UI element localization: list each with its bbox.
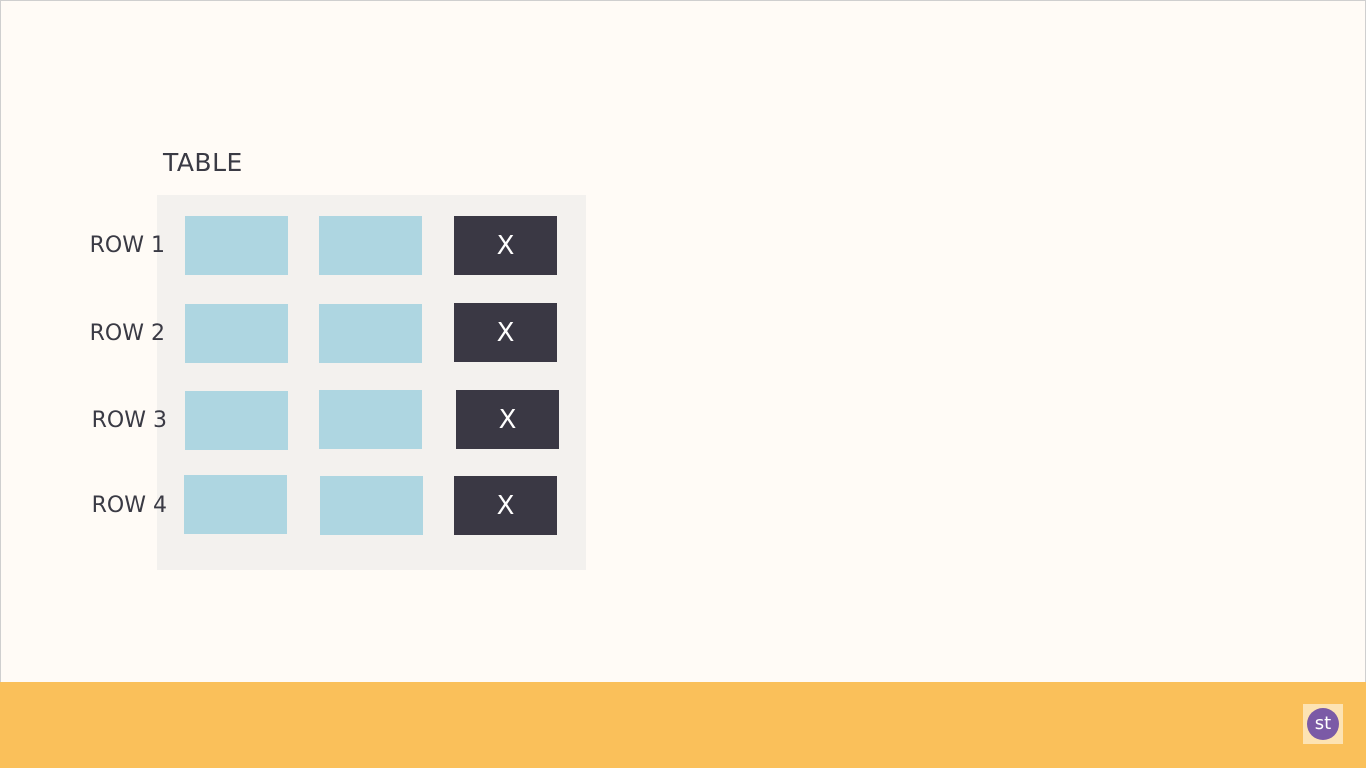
footer-bar bbox=[0, 682, 1366, 768]
logo-icon: st bbox=[1307, 708, 1339, 740]
row-label: ROW 3 bbox=[91, 408, 167, 433]
table-cell bbox=[319, 304, 422, 363]
table-cell bbox=[185, 304, 288, 363]
row-label: ROW 2 bbox=[89, 321, 165, 346]
delete-row-button[interactable]: X bbox=[454, 476, 557, 535]
delete-row-button[interactable]: X bbox=[454, 303, 557, 362]
table-cell bbox=[320, 476, 423, 535]
table-cell bbox=[185, 216, 288, 275]
row-label: ROW 4 bbox=[91, 493, 167, 518]
logo: st bbox=[1303, 704, 1343, 744]
table-cell bbox=[185, 391, 288, 450]
row-label: ROW 1 bbox=[89, 233, 165, 258]
table-title: TABLE bbox=[163, 148, 243, 177]
delete-row-button[interactable]: X bbox=[456, 390, 559, 449]
table-cell bbox=[319, 216, 422, 275]
table-cell bbox=[184, 475, 287, 534]
delete-row-button[interactable]: X bbox=[454, 216, 557, 275]
table-cell bbox=[319, 390, 422, 449]
